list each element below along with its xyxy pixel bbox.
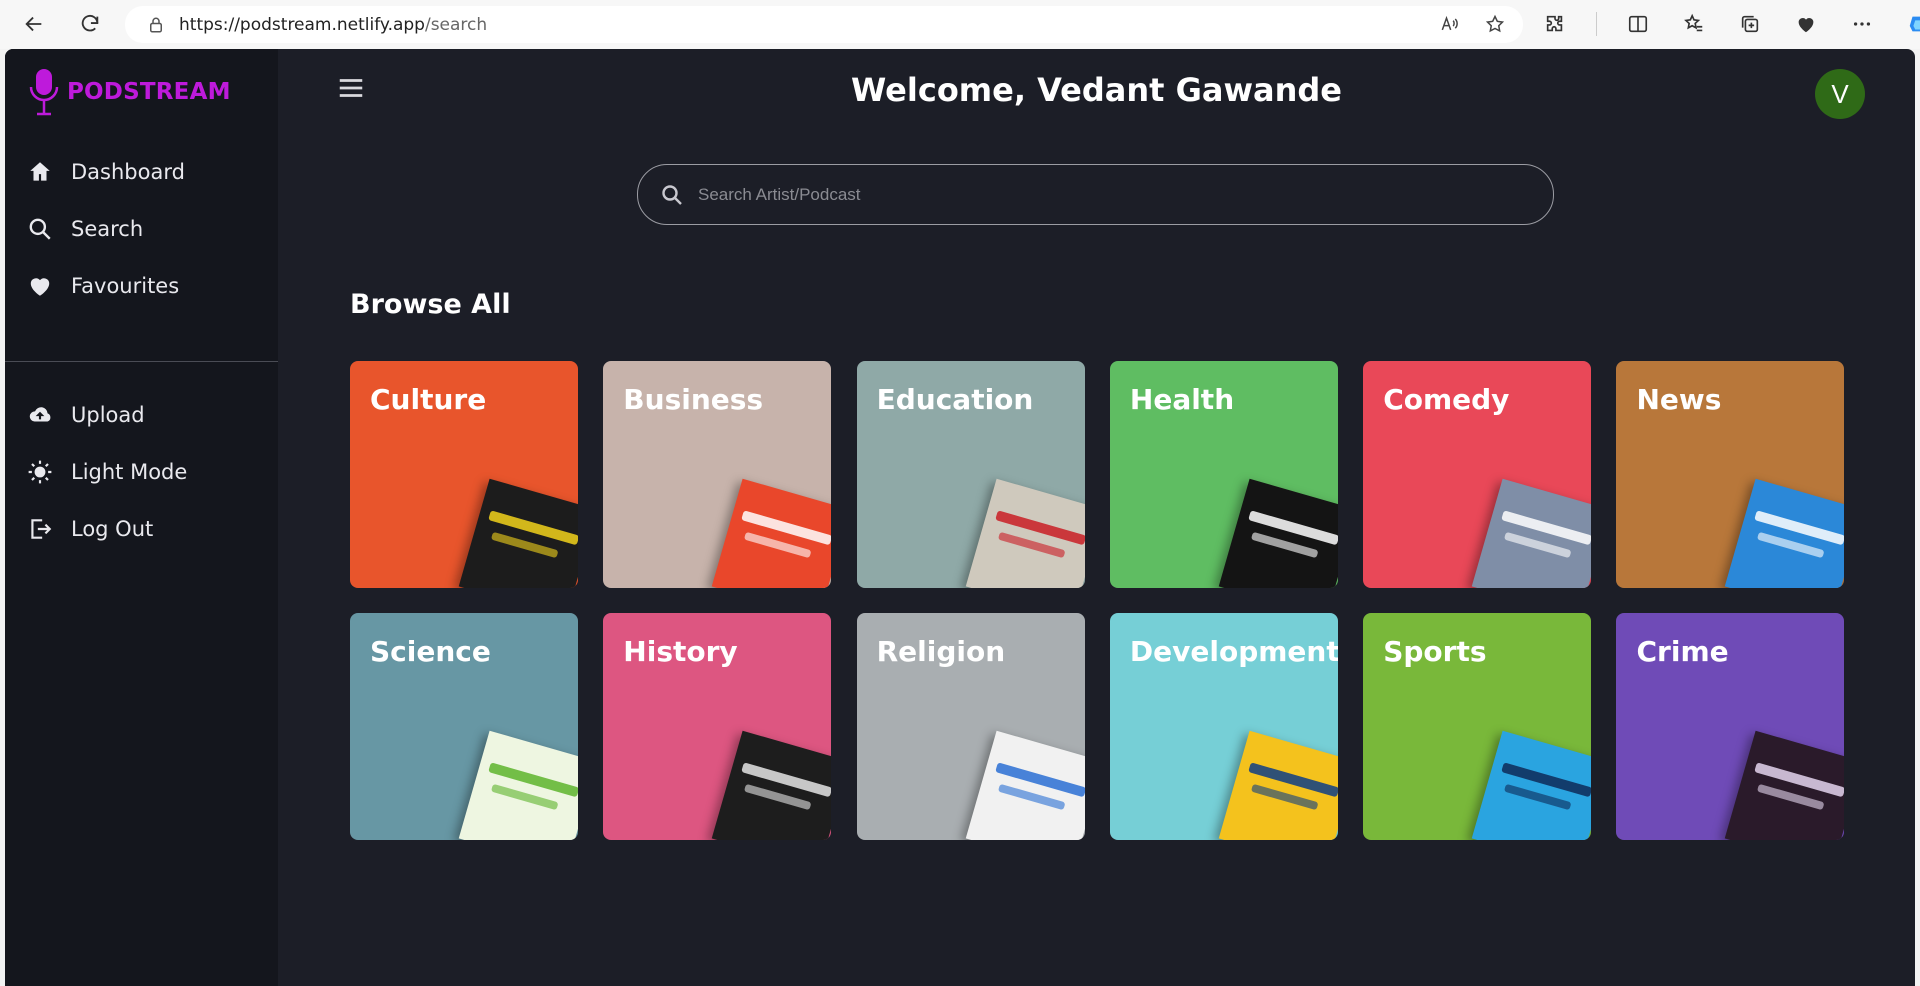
category-card-history[interactable]: History xyxy=(603,613,832,840)
sidebar-item-label: Dashboard xyxy=(71,160,185,184)
cloud-upload-icon xyxy=(29,407,51,422)
podcast-cover-image xyxy=(1471,478,1592,588)
podcast-cover-image xyxy=(712,478,832,588)
page-title: Welcome, Vedant Gawande xyxy=(851,71,1342,109)
refresh-button[interactable] xyxy=(72,6,108,42)
split-screen-button[interactable] xyxy=(1623,8,1653,40)
url-text: https://podstream.netlify.app/search xyxy=(179,14,488,35)
toolbar-divider xyxy=(1596,12,1597,36)
category-card-comedy[interactable]: Comedy xyxy=(1363,361,1592,588)
more-menu-button[interactable] xyxy=(1847,8,1877,40)
logo[interactable]: PODSTREAM xyxy=(27,67,231,117)
collections-icon xyxy=(1741,15,1759,33)
search-bar[interactable] xyxy=(637,164,1554,225)
sidebar-item-log-out[interactable]: Log Out xyxy=(27,509,153,549)
favorites-list-icon xyxy=(1684,13,1703,32)
split-screen-icon xyxy=(1628,15,1648,33)
sidebar-item-label: Upload xyxy=(71,403,145,427)
category-card-science[interactable]: Science xyxy=(350,613,578,840)
podcast-cover-image xyxy=(1471,730,1592,840)
category-card-sports[interactable]: Sports xyxy=(1363,613,1592,840)
sidebar-item-label: Search xyxy=(71,217,144,241)
app-window: PODSTREAM Dashboard Search Favourites Up… xyxy=(5,49,1915,986)
podcast-cover-image xyxy=(1218,730,1338,840)
category-card-news[interactable]: News xyxy=(1616,361,1845,588)
sidebar: PODSTREAM Dashboard Search Favourites Up… xyxy=(5,49,278,986)
category-title: Religion xyxy=(876,635,1006,668)
category-card-education[interactable]: Education xyxy=(856,361,1085,588)
category-title: Business xyxy=(623,383,764,416)
sidebar-item-search[interactable]: Search xyxy=(27,209,143,249)
extensions-button[interactable] xyxy=(1540,8,1570,40)
category-title: History xyxy=(623,635,738,668)
sidebar-item-light-mode[interactable]: Light Mode xyxy=(27,452,187,492)
category-title: Culture xyxy=(370,383,487,416)
category-title: Science xyxy=(370,635,491,668)
search-icon xyxy=(662,184,682,205)
category-title: Education xyxy=(876,383,1034,416)
address-bar[interactable]: https://podstream.netlify.app/search xyxy=(125,6,1523,43)
hamburger-icon xyxy=(339,79,363,97)
podcast-cover-image xyxy=(965,730,1085,840)
category-grid: Culture Business Education Health Comedy News… xyxy=(350,361,1845,840)
podcast-cover-image xyxy=(458,730,578,840)
podcast-cover-image xyxy=(712,730,832,840)
category-title: Sports xyxy=(1383,635,1487,668)
logout-icon xyxy=(31,519,52,539)
category-title: News xyxy=(1636,383,1722,416)
lock-icon xyxy=(150,17,162,32)
search-icon xyxy=(29,218,51,240)
main-content: Welcome, Vedant Gawande V Browse All Cul… xyxy=(278,49,1915,986)
category-title: Comedy xyxy=(1383,383,1510,416)
category-card-development[interactable]: Development xyxy=(1109,613,1338,840)
avatar-initial: V xyxy=(1831,78,1849,109)
sidebar-item-dashboard[interactable]: Dashboard xyxy=(27,152,185,192)
copilot-icon xyxy=(1909,16,1920,32)
sidebar-item-favourites[interactable]: Favourites xyxy=(27,266,179,306)
menu-toggle-button[interactable] xyxy=(336,73,366,103)
puzzle-icon xyxy=(1546,15,1563,32)
refresh-icon xyxy=(81,14,99,32)
favorite-star-icon[interactable] xyxy=(1485,14,1505,34)
search-input[interactable] xyxy=(698,184,1518,205)
arrow-left-icon xyxy=(25,16,42,32)
logo-text: PODSTREAM xyxy=(67,79,231,105)
category-card-religion[interactable]: Religion xyxy=(856,613,1085,840)
collections-button[interactable] xyxy=(1735,8,1765,40)
browse-title: Browse All xyxy=(350,289,511,320)
sun-icon xyxy=(28,460,52,484)
heart-icon xyxy=(30,278,50,296)
category-title: Development xyxy=(1129,635,1338,668)
sidebar-divider xyxy=(5,361,278,362)
podcast-cover-image xyxy=(965,478,1085,588)
podcast-cover-image xyxy=(1218,478,1338,588)
category-card-health[interactable]: Health xyxy=(1109,361,1338,588)
podcast-cover-image xyxy=(458,478,578,588)
category-card-crime[interactable]: Crime xyxy=(1616,613,1845,840)
copilot-button[interactable] xyxy=(1903,8,1920,40)
podcast-cover-image xyxy=(1725,478,1845,588)
read-aloud-icon[interactable] xyxy=(1439,14,1459,34)
favorites-button[interactable] xyxy=(1679,8,1709,40)
sidebar-item-label: Light Mode xyxy=(71,460,188,484)
category-title: Crime xyxy=(1636,635,1729,668)
category-card-culture[interactable]: Culture xyxy=(350,361,578,588)
more-dots-icon xyxy=(1853,22,1871,26)
home-icon xyxy=(30,162,50,181)
microphone-icon xyxy=(29,69,59,116)
browser-essentials-button[interactable] xyxy=(1791,8,1821,40)
avatar[interactable]: V xyxy=(1815,69,1865,119)
sidebar-item-upload[interactable]: Upload xyxy=(27,395,145,435)
category-title: Health xyxy=(1129,383,1235,416)
category-card-business[interactable]: Business xyxy=(603,361,832,588)
browser-toolbar: https://podstream.netlify.app/search xyxy=(0,0,1920,49)
sidebar-item-label: Favourites xyxy=(71,274,180,298)
heart-pulse-icon xyxy=(1798,18,1814,33)
sidebar-item-label: Log Out xyxy=(71,517,154,541)
podcast-cover-image xyxy=(1725,730,1845,840)
back-button[interactable] xyxy=(16,6,52,42)
